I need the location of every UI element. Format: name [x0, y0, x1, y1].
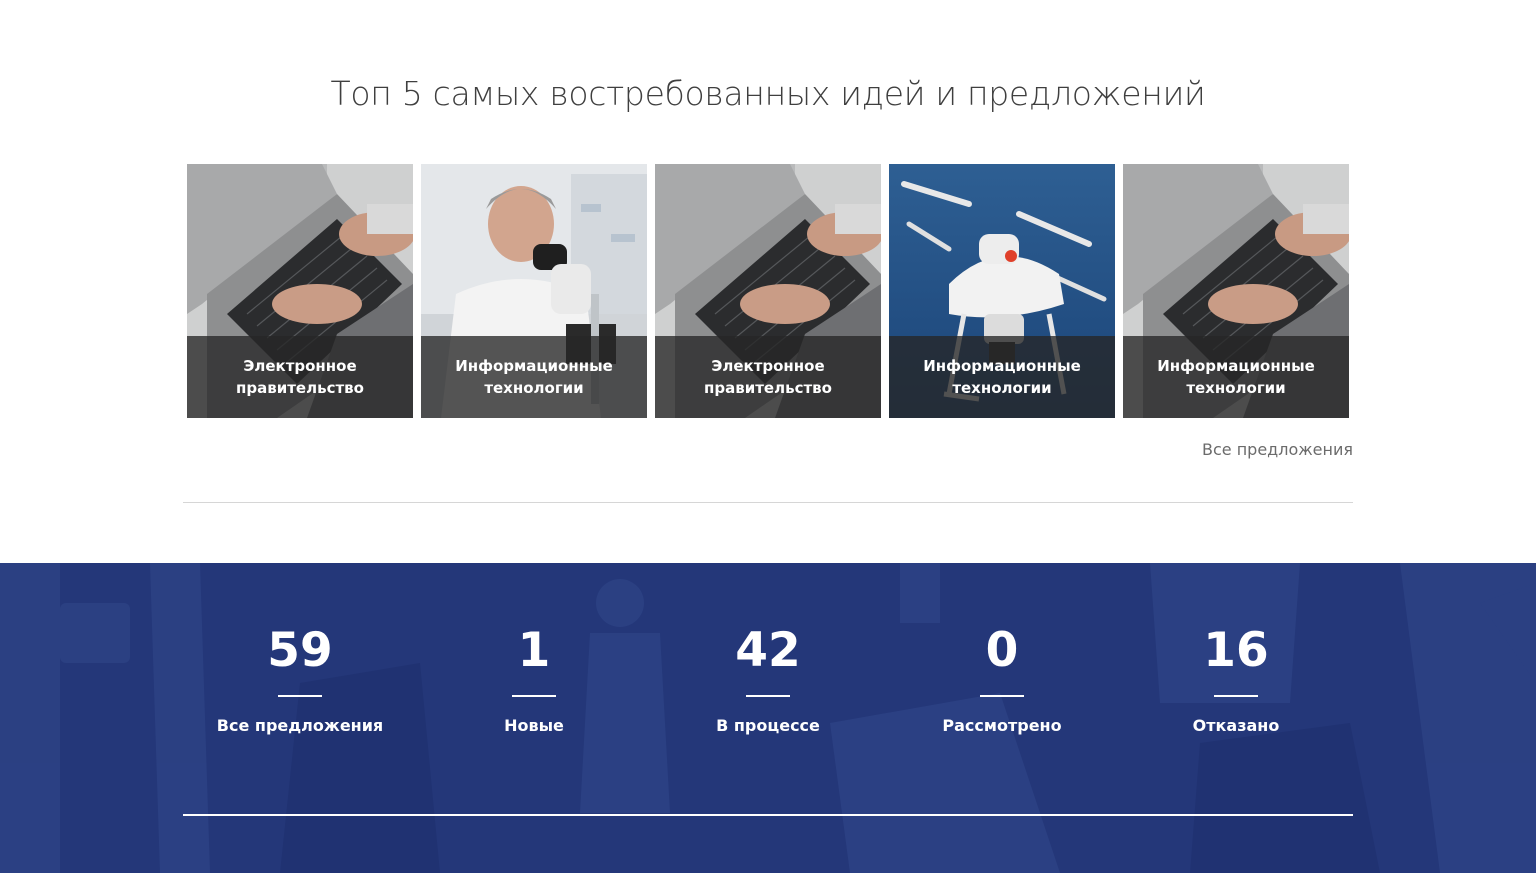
card-caption: Электронное правительство [655, 336, 881, 418]
stats-section: 59 Все предложения 1 Новые 42 В процессе… [0, 563, 1536, 873]
stat-label: Новые [504, 716, 564, 735]
idea-card-2[interactable]: Информационные технологии [421, 164, 647, 418]
stat-underline [980, 695, 1024, 697]
stats-divider [183, 814, 1353, 816]
stat-label: Отказано [1192, 716, 1280, 735]
stat-label: В процессе [716, 716, 820, 735]
page-title: Топ 5 самых востребованных идей и предло… [330, 74, 1206, 113]
idea-card-1[interactable]: Электронное правительство [187, 164, 413, 418]
idea-card-4[interactable]: Информационные технологии [889, 164, 1115, 418]
stat-in-progress: 42 В процессе [651, 621, 885, 737]
stat-underline [278, 695, 322, 697]
stat-value: 1 [517, 623, 551, 678]
stat-value: 0 [985, 623, 1019, 678]
idea-cards: Электронное правительство Информационные… [187, 164, 1349, 418]
stat-underline [1214, 695, 1258, 697]
stat-value: 42 [735, 623, 801, 678]
stat-label: Рассмотрено [942, 716, 1062, 735]
section-divider [183, 502, 1353, 503]
card-caption: Электронное правительство [187, 336, 413, 418]
card-caption: Информационные технологии [1123, 336, 1349, 418]
stat-underline [512, 695, 556, 697]
all-proposals-link[interactable]: Все предложения [1202, 440, 1353, 459]
stat-new: 1 Новые [417, 621, 651, 737]
idea-card-3[interactable]: Электронное правительство [655, 164, 881, 418]
idea-card-5[interactable]: Информационные технологии [1123, 164, 1349, 418]
stat-value: 16 [1203, 623, 1269, 678]
card-caption: Информационные технологии [889, 336, 1115, 418]
top-ideas-section: Топ 5 самых востребованных идей и предло… [0, 0, 1536, 563]
card-caption: Информационные технологии [421, 336, 647, 418]
stat-all-proposals: 59 Все предложения [183, 621, 417, 737]
stat-reviewed: 0 Рассмотрено [885, 621, 1119, 737]
stat-value: 59 [267, 623, 333, 678]
stat-rejected: 16 Отказано [1119, 621, 1353, 737]
stat-underline [746, 695, 790, 697]
stat-label: Все предложения [216, 716, 384, 735]
